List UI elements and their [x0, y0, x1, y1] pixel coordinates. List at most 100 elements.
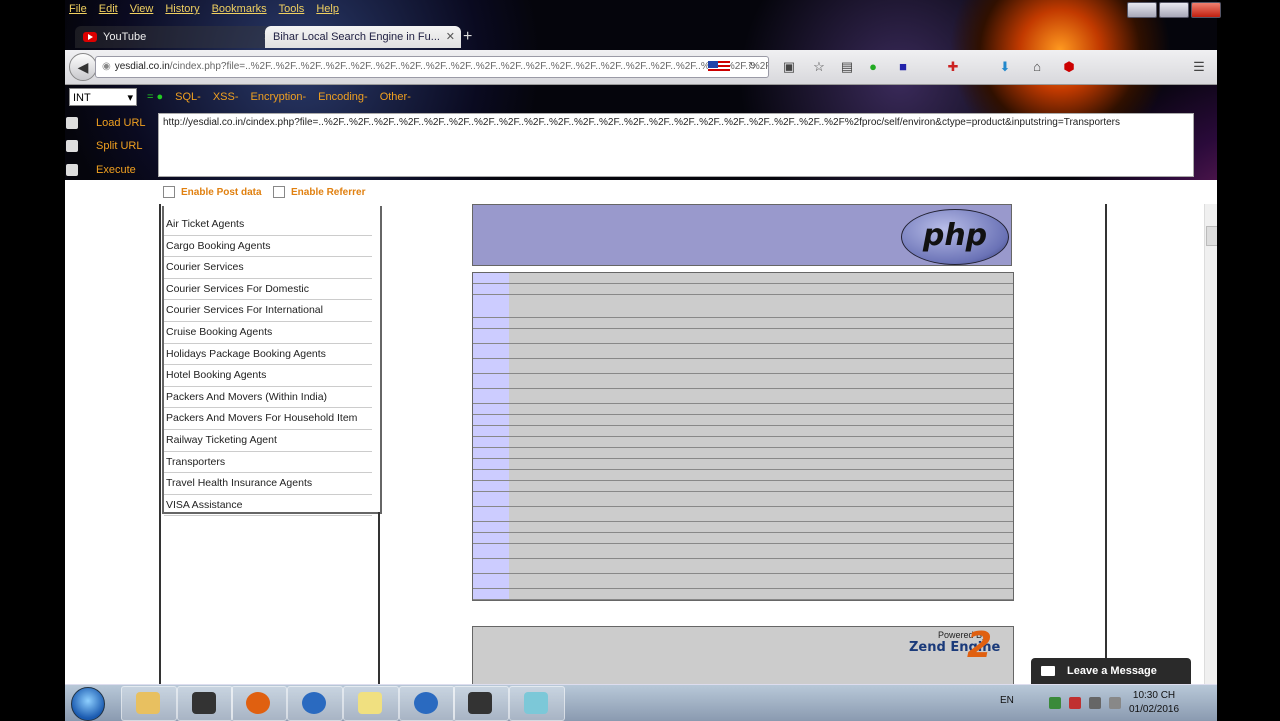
load-url-label: Load URL: [96, 117, 146, 129]
category-link[interactable]: Transporters: [164, 452, 372, 474]
phpinfo-key: [473, 522, 509, 532]
tray-red-icon[interactable]: [1069, 697, 1081, 709]
letterbox-right: [1217, 0, 1280, 720]
load-url-button[interactable]: Load URL: [66, 117, 146, 129]
addon-green-icon[interactable]: ●: [865, 59, 881, 75]
category-link[interactable]: Railway Ticketing Agent: [164, 430, 372, 452]
category-link[interactable]: Cruise Booking Agents: [164, 322, 372, 344]
phpinfo-value: [509, 589, 1013, 599]
left-border: [159, 204, 161, 684]
page-scrollbar[interactable]: [1204, 204, 1217, 684]
tray-network-icon[interactable]: [1049, 697, 1061, 709]
hamburger-menu-icon[interactable]: ☰: [1191, 59, 1207, 75]
scrollbar-thumb[interactable]: [1206, 226, 1217, 246]
taskbar-sublime[interactable]: [453, 686, 509, 721]
bookmark-star-icon[interactable]: ☆: [811, 59, 827, 75]
clock[interactable]: 10:30 CH 01/02/2016: [1129, 689, 1179, 717]
category-link[interactable]: Hotel Booking Agents: [164, 365, 372, 387]
execute-icon: [66, 164, 78, 176]
menu-view[interactable]: View: [130, 3, 154, 15]
category-link[interactable]: Courier Services: [164, 257, 372, 279]
phpinfo-value: [509, 574, 1013, 588]
menu-tools[interactable]: Tools: [279, 3, 305, 15]
phpinfo-row: [473, 459, 1013, 470]
new-tab-icon[interactable]: +: [463, 28, 472, 46]
phpinfo-row: [473, 589, 1013, 600]
tab-youtube[interactable]: YouTube ✕: [75, 26, 278, 48]
hackbar-menu-xss[interactable]: XSS-: [213, 91, 239, 103]
save-icon[interactable]: ■: [895, 59, 911, 75]
phpinfo-row: [473, 284, 1013, 295]
category-link[interactable]: Packers And Movers For Household Item: [164, 408, 372, 430]
menu-file[interactable]: File: [69, 3, 87, 15]
hackbar-arrows-icon[interactable]: = ●: [147, 91, 163, 103]
tab-close-icon[interactable]: ✕: [446, 30, 455, 43]
tray-volume-icon[interactable]: [1089, 697, 1101, 709]
menu-help[interactable]: Help: [316, 3, 339, 15]
menu-bookmarks[interactable]: Bookmarks: [212, 3, 267, 15]
phpinfo-row: [473, 507, 1013, 522]
phpinfo-key: [473, 574, 509, 588]
phpinfo-value: [509, 492, 1013, 506]
menu-history[interactable]: History: [165, 3, 199, 15]
category-link[interactable]: Packers And Movers (Within India): [164, 387, 372, 409]
adblock-icon[interactable]: ⬢: [1061, 59, 1077, 75]
enable-referrer-checkbox[interactable]: Enable Referrer: [273, 186, 365, 198]
back-button[interactable]: ◀: [69, 53, 97, 81]
phpinfo-key: [473, 318, 509, 328]
taskbar-explorer[interactable]: [121, 686, 177, 721]
phpinfo-key: [473, 589, 509, 599]
language-indicator[interactable]: EN: [1000, 695, 1014, 706]
reload-icon[interactable]: ↻: [748, 57, 756, 77]
taskbar-media[interactable]: [177, 686, 233, 721]
url-path: /cindex.php?file=..%2F..%2F..%2F..%2F..%…: [169, 61, 768, 72]
split-url-button[interactable]: Split URL: [66, 140, 142, 152]
bookmarks-list-icon[interactable]: ▤: [839, 59, 855, 75]
home-icon[interactable]: ⌂: [1029, 59, 1045, 75]
page-content: Air Ticket Agents Cargo Booking Agents C…: [65, 204, 1217, 684]
hackbar-menu-encoding[interactable]: Encoding-: [318, 91, 368, 103]
category-link[interactable]: Holidays Package Booking Agents: [164, 344, 372, 366]
taskbar-notes[interactable]: [343, 686, 399, 721]
category-link[interactable]: Courier Services For International: [164, 300, 372, 322]
phpinfo-row: [473, 389, 1013, 404]
category-link[interactable]: Air Ticket Agents: [164, 214, 372, 236]
tab-yesdial[interactable]: Bihar Local Search Engine in Fu... ✕: [265, 26, 461, 48]
int-select[interactable]: INT: [69, 88, 137, 107]
maximize-button[interactable]: [1159, 2, 1189, 18]
phpinfo-key: [473, 404, 509, 414]
reader-icon[interactable]: ▣: [781, 59, 797, 75]
execute-label: Execute: [96, 164, 136, 176]
start-button[interactable]: [71, 687, 105, 721]
hackbar-menu-encryption[interactable]: Encryption-: [251, 91, 307, 103]
menu-edit[interactable]: Edit: [99, 3, 118, 15]
phpinfo-value: [509, 295, 1013, 317]
hackbar-url-textarea[interactable]: http://yesdial.co.in/cindex.php?file=..%…: [158, 113, 1194, 177]
menu-bar: File Edit View History Bookmarks Tools H…: [65, 0, 569, 18]
hackbar-menu-sql[interactable]: SQL-: [175, 91, 201, 103]
enable-post-checkbox[interactable]: Enable Post data: [163, 186, 262, 198]
tray-flag-icon[interactable]: [1109, 697, 1121, 709]
taskbar-app-blue[interactable]: [287, 686, 343, 721]
leave-message-button[interactable]: Leave a Message: [1031, 658, 1191, 684]
category-link[interactable]: Travel Health Insurance Agents: [164, 473, 372, 495]
url-bar[interactable]: ◉ yesdial.co.in/cindex.php?file=..%2F..%2…: [95, 56, 769, 78]
category-link[interactable]: Courier Services For Domestic: [164, 279, 372, 301]
phpinfo-row: [473, 574, 1013, 589]
hackbar-menu-other[interactable]: Other-: [380, 91, 411, 103]
minimize-button[interactable]: [1127, 2, 1157, 18]
phpinfo-row: [473, 404, 1013, 415]
taskbar-app-cyan[interactable]: [509, 686, 565, 721]
addon-red-icon[interactable]: ✚: [945, 59, 961, 75]
phpinfo-row: [473, 374, 1013, 389]
execute-button[interactable]: Execute: [66, 164, 136, 176]
phpinfo-value: [509, 389, 1013, 403]
taskbar-firefox[interactable]: [231, 686, 287, 721]
download-icon[interactable]: ⬇: [997, 59, 1013, 75]
category-link[interactable]: Cargo Booking Agents: [164, 236, 372, 258]
close-window-button[interactable]: [1191, 2, 1221, 18]
taskbar-app-blue-2[interactable]: [399, 686, 455, 721]
zend-version-label: 2: [967, 625, 993, 666]
category-link[interactable]: VISA Assistance: [164, 495, 372, 517]
site-identity-icon[interactable]: ◉: [102, 61, 111, 72]
